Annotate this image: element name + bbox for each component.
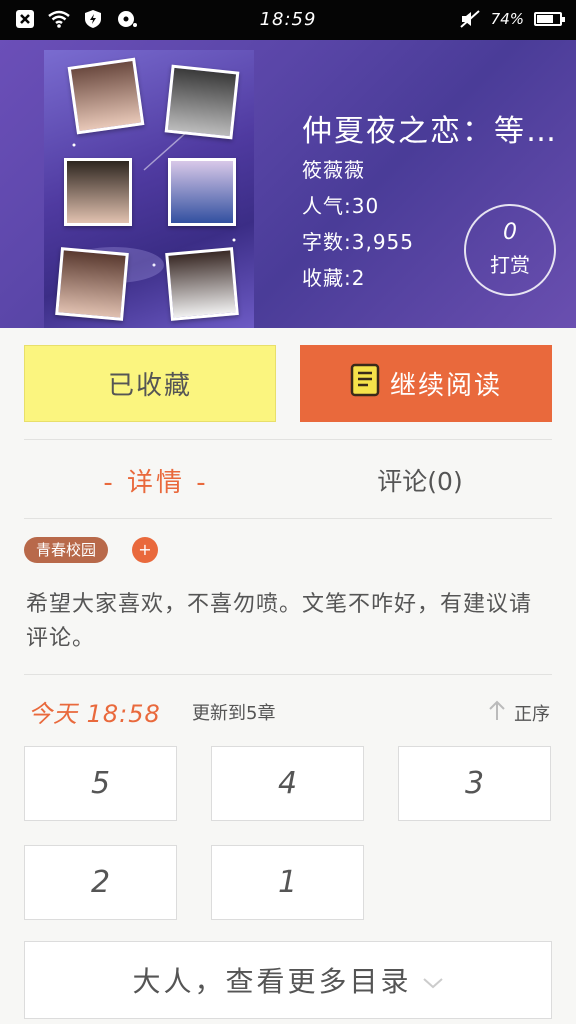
- arrow-up-icon: [488, 699, 506, 726]
- favorited-button[interactable]: 已收藏: [24, 345, 276, 422]
- update-time: 今天 18:58: [28, 700, 161, 728]
- book-word-count: 字数:3,955: [302, 230, 414, 254]
- divider: [24, 518, 552, 519]
- update-text: 更新到5章: [192, 703, 276, 724]
- cover-photo: [55, 247, 129, 321]
- status-icons-right: 74%: [459, 8, 565, 30]
- divider: [24, 674, 552, 675]
- chapter-button[interactable]: 3: [398, 746, 551, 821]
- tab-comments[interactable]: 评论(0): [288, 442, 552, 518]
- chapter-button[interactable]: 5: [24, 746, 177, 821]
- book-favorites: 收藏:2: [302, 266, 366, 290]
- mute-icon: [459, 8, 481, 30]
- chevron-down-icon: [422, 964, 444, 997]
- book-description: 希望大家喜欢，不喜勿喷。文笔不咋好，有建议请评论。: [26, 592, 533, 651]
- book-icon: [350, 363, 380, 404]
- more-chapters-button[interactable]: 大人，查看更多目录: [24, 941, 552, 1019]
- favorited-label: 已收藏: [107, 371, 192, 401]
- chapter-button[interactable]: 4: [211, 746, 364, 821]
- tip-count: 0: [503, 220, 517, 245]
- book-popularity: 人气:30: [302, 194, 380, 218]
- cover-photo: [168, 158, 236, 226]
- continue-reading-label: 继续阅读: [389, 371, 502, 401]
- sort-order-button[interactable]: 正序: [488, 699, 550, 726]
- chapter-button[interactable]: 1: [211, 845, 364, 920]
- battery-percent: 74%: [490, 10, 524, 28]
- tip-button[interactable]: 0 打赏: [464, 204, 556, 296]
- more-chapters-label: 大人，查看更多目录: [132, 965, 412, 998]
- add-tag-button[interactable]: +: [132, 537, 158, 563]
- cover-photo: [164, 64, 240, 140]
- divider: [24, 439, 552, 440]
- battery-icon: [534, 12, 565, 26]
- book-title: 仲夏夜之恋：等…: [302, 114, 558, 149]
- status-bar: 18:59 74%: [0, 0, 576, 40]
- book-author[interactable]: 筱薇薇: [302, 154, 365, 183]
- sort-order-label: 正序: [514, 703, 550, 725]
- cover-photo: [165, 247, 239, 321]
- book-header: 仲夏夜之恋：等… 筱薇薇 人气:30 字数:3,955 收藏:2 0 打赏: [0, 40, 576, 328]
- cover-photo: [67, 57, 145, 135]
- book-cover[interactable]: [44, 50, 254, 328]
- tab-detail[interactable]: - 详情 -: [24, 442, 288, 518]
- tip-label: 打赏: [490, 253, 530, 277]
- continue-reading-button[interactable]: 继续阅读: [300, 345, 552, 422]
- tag-chip[interactable]: 青春校园: [24, 537, 109, 563]
- chapter-button[interactable]: 2: [24, 845, 177, 920]
- cover-photo: [64, 158, 132, 226]
